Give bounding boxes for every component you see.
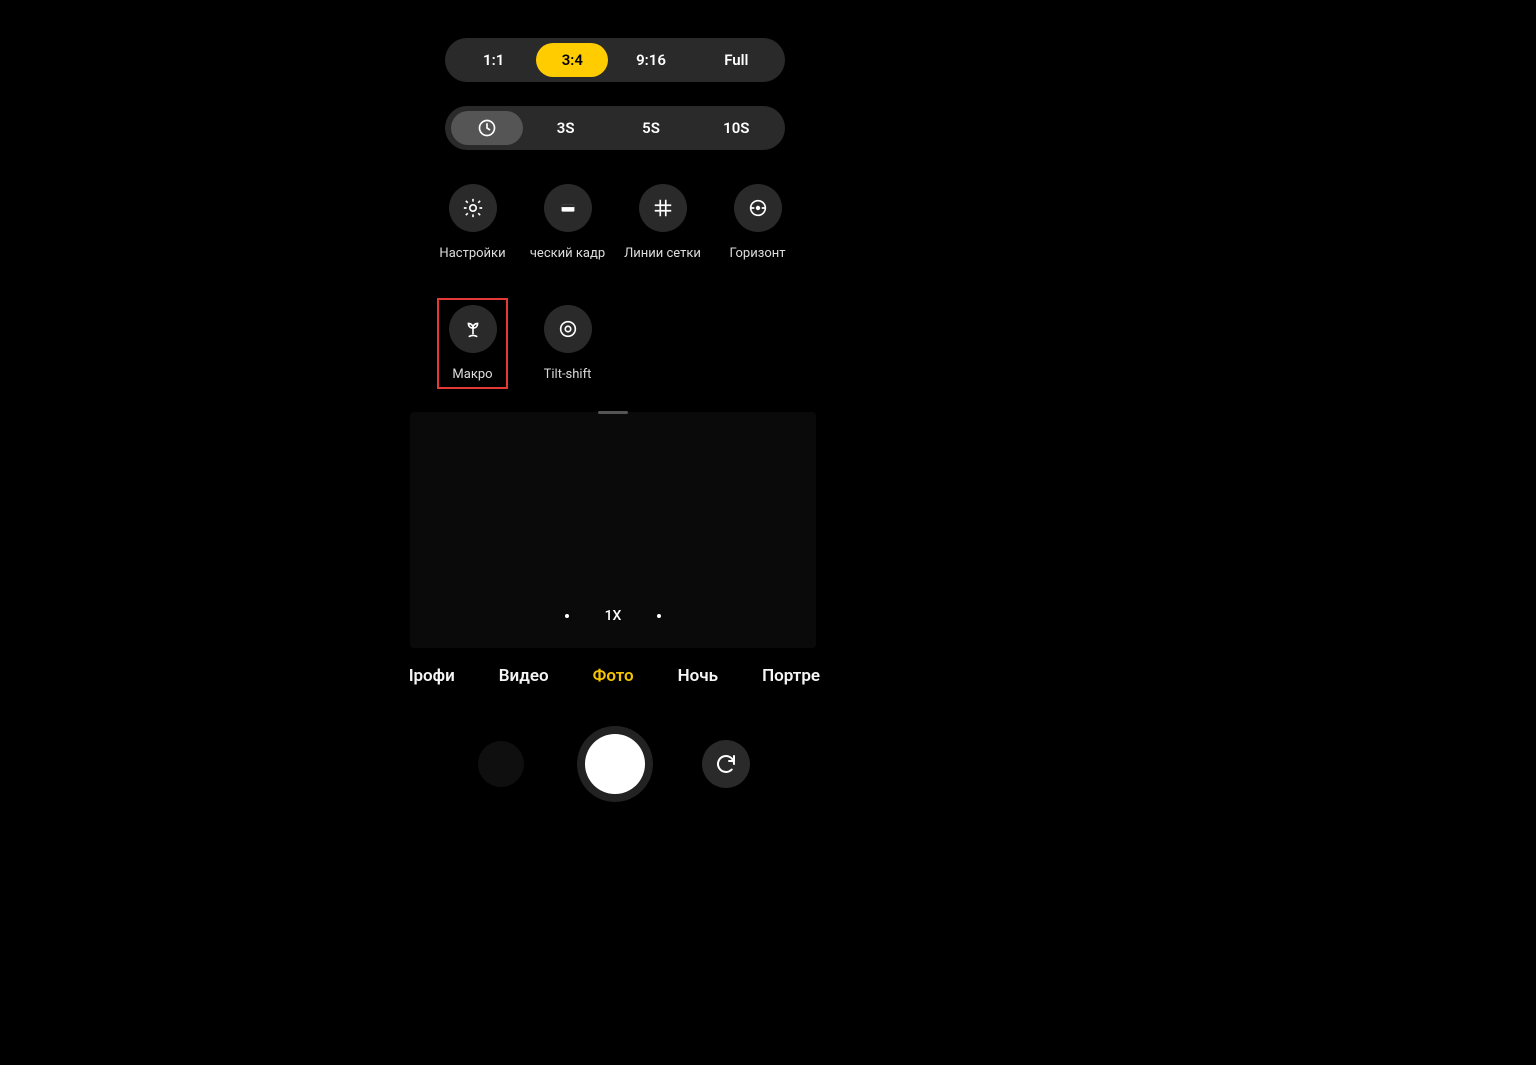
mode-video[interactable]: Видео	[499, 666, 549, 686]
aspect-ratio-1-1[interactable]: 1:1	[451, 43, 536, 77]
timer-3s[interactable]: 3S	[523, 111, 608, 145]
timer-10s[interactable]: 10S	[694, 111, 779, 145]
shutter-button[interactable]	[577, 726, 653, 802]
gallery-thumbnail[interactable]	[478, 741, 524, 787]
shutter-inner	[585, 734, 645, 794]
zoom-selector[interactable]: 1X	[410, 608, 816, 624]
timer-selector: 3S 5S 10S	[445, 106, 785, 150]
aspect-ratio-3-4[interactable]: 3:4	[536, 43, 608, 77]
mode-pro[interactable]: Профи	[410, 666, 455, 686]
aspect-ratio-9-16[interactable]: 9:16	[608, 43, 693, 77]
flower-icon	[462, 318, 484, 340]
mode-portrait[interactable]: Портрет	[762, 666, 820, 686]
zoom-label[interactable]: 1X	[605, 608, 622, 624]
option-gridlines[interactable]: Линии сетки	[615, 184, 710, 261]
quick-options-grid: Настройки ческий кадр Линии сетки	[425, 184, 805, 382]
zoom-dot	[657, 614, 661, 618]
option-settings[interactable]: Настройки	[425, 184, 520, 261]
camera-modes[interactable]: Профи Видео Фото Ночь Портрет	[410, 666, 820, 686]
mode-night[interactable]: Ночь	[678, 666, 718, 686]
option-label: Линии сетки	[624, 246, 701, 261]
viewfinder[interactable]: 1X	[410, 412, 816, 648]
timer-5s[interactable]: 5S	[608, 111, 693, 145]
camera-app-screen: 1:1 3:4 9:16 Full 3S 5S 10S Настройки	[410, 0, 820, 820]
switch-camera-button[interactable]	[702, 740, 750, 788]
switch-camera-icon	[714, 752, 738, 776]
target-icon	[557, 318, 579, 340]
option-horizon[interactable]: Горизонт	[710, 184, 805, 261]
option-label: ческий кадр	[530, 246, 605, 261]
frame-icon	[557, 197, 579, 219]
grid-icon	[652, 197, 674, 219]
mode-photo[interactable]: Фото	[593, 666, 634, 686]
option-tilt-shift[interactable]: Tilt-shift	[520, 305, 615, 382]
option-smart-frame[interactable]: ческий кадр	[520, 184, 615, 261]
level-icon	[747, 197, 769, 219]
timer-off[interactable]	[451, 111, 523, 145]
aspect-ratio-full[interactable]: Full	[694, 43, 779, 77]
clock-icon	[477, 118, 497, 138]
mode-indicator	[598, 411, 628, 414]
zoom-dot	[565, 614, 569, 618]
option-macro[interactable]: Макро	[425, 305, 520, 382]
bottom-controls	[410, 722, 820, 806]
gear-icon	[462, 197, 484, 219]
option-label: Tilt-shift	[544, 367, 592, 382]
option-label: Макро	[452, 367, 492, 382]
option-label: Горизонт	[729, 246, 785, 261]
option-label: Настройки	[439, 246, 505, 261]
aspect-ratio-selector: 1:1 3:4 9:16 Full	[445, 38, 785, 82]
